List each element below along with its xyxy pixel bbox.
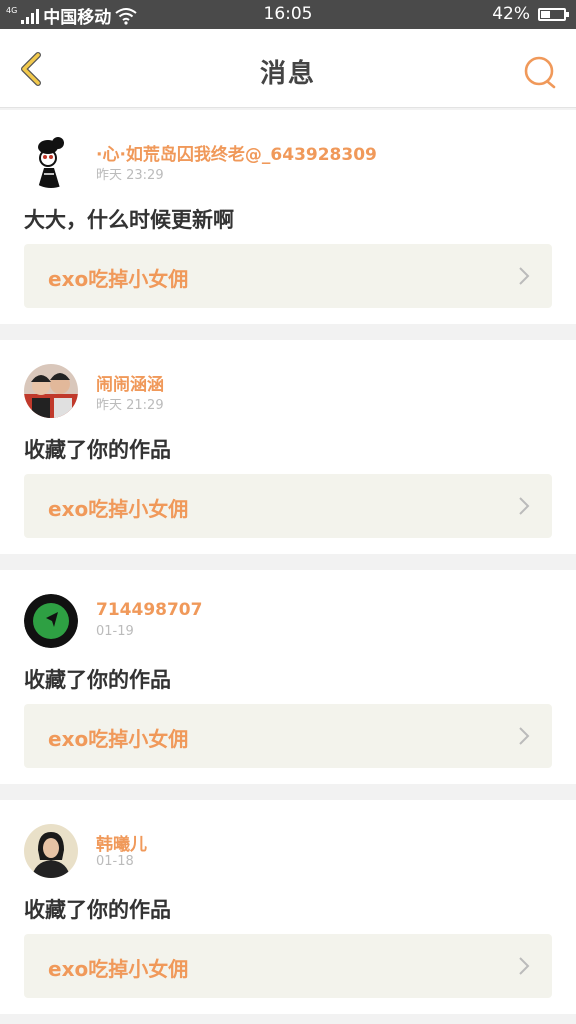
work-title: exo吃掉小女佣 [48,727,189,751]
battery-icon [538,7,569,21]
message-card[interactable]: 韩曦儿 01-18 收藏了你的作品 exo吃掉小女佣 [0,800,576,1014]
user-name[interactable]: 闹闹涵涵 [96,370,164,395]
user-name[interactable]: 韩曦儿 [96,830,147,855]
status-bar: 4G 中国移动 16:05 42% [0,0,576,29]
avatar[interactable] [24,824,78,878]
status-right: 42% [492,4,569,24]
message-time: 昨天 21:29 [96,398,164,413]
message-text: 收藏了你的作品 [24,898,171,922]
work-link[interactable]: exo吃掉小女佣 [24,704,552,768]
message-text: 大大，什么时候更新啊 [24,208,234,232]
battery-percent: 42% [492,4,530,24]
search-icon[interactable] [522,54,558,90]
work-link[interactable]: exo吃掉小女佣 [24,474,552,538]
user-name[interactable]: 714498707 [96,600,202,620]
work-title: exo吃掉小女佣 [48,957,189,981]
message-time: 01-18 [96,854,134,869]
status-time: 16:05 [263,4,313,24]
message-text: 收藏了你的作品 [24,668,171,692]
avatar[interactable] [24,134,78,188]
chevron-right-icon [519,267,530,285]
chevron-right-icon [519,497,530,515]
battery-level [541,10,551,18]
message-time: 昨天 23:29 [96,168,164,183]
chevron-right-icon [519,957,530,975]
avatar[interactable] [24,594,78,648]
message-card[interactable]: 714498707 01-19 收藏了你的作品 exo吃掉小女佣 [0,570,576,784]
work-link[interactable]: exo吃掉小女佣 [24,244,552,308]
work-title: exo吃掉小女佣 [48,267,189,291]
chevron-right-icon [519,727,530,745]
page-title: 消息 [259,59,316,89]
message-card[interactable]: ·心·如荒岛囚我终老@_643928309 昨天 23:29 大大，什么时候更新… [0,110,576,324]
message-text: 收藏了你的作品 [24,438,171,462]
work-link[interactable]: exo吃掉小女佣 [24,934,552,998]
work-title: exo吃掉小女佣 [48,497,189,521]
avatar[interactable] [24,364,78,418]
message-time: 01-19 [96,624,134,639]
user-name[interactable]: ·心·如荒岛囚我终老@_643928309 [96,140,377,165]
message-card[interactable]: 闹闹涵涵 昨天 21:29 收藏了你的作品 exo吃掉小女佣 [0,340,576,554]
nav-bar: 消息 [0,29,576,108]
